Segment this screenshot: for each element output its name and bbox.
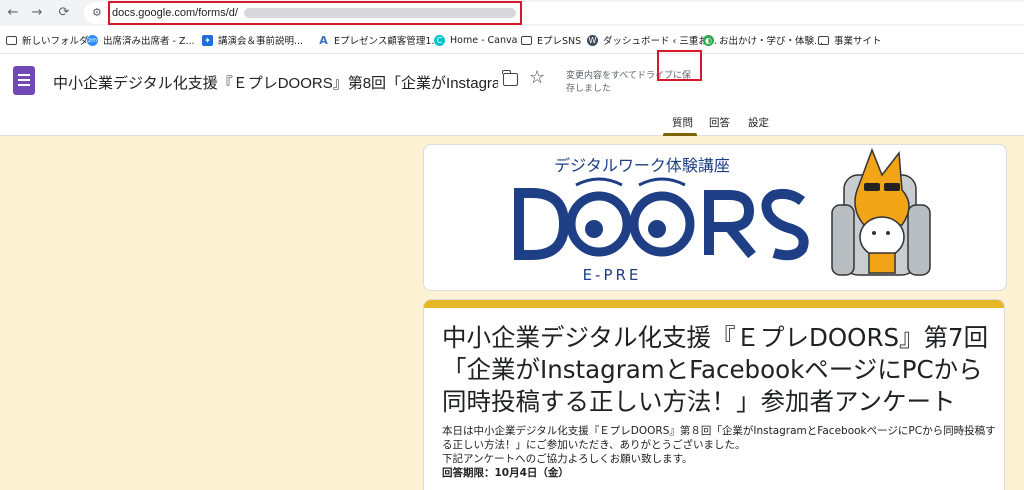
bookmark-item[interactable]: A Eプレゼンス顧客管理1.0 — [318, 33, 440, 48]
banner-subtitle: デジタルワーク体験講座 — [554, 156, 730, 175]
tab-questions[interactable]: 質問 — [672, 115, 693, 130]
tab-responses[interactable]: 回答 — [709, 115, 730, 130]
banner-logo-sub: E-PRE — [583, 266, 642, 284]
star-icon[interactable]: ☆ — [529, 68, 545, 88]
doors-logo — [514, 177, 809, 261]
card-accent-bar — [424, 300, 1004, 308]
header-banner-image: デジタルワーク体験講座 E-PRE — [423, 144, 1007, 291]
form-title-card[interactable]: 中小企業デジタル化支援『ＥプレDOORS』第7回「企業がInstagramとFa… — [423, 299, 1005, 490]
form-description[interactable]: 本日は中小企業デジタル化支援『ＥプレDOORS』第８回「企業がInstagram… — [442, 424, 1002, 480]
bookmark-item[interactable]: zm 出席済み出席者 - Z... — [87, 33, 195, 47]
bookmark-item[interactable]: 新しいフォルダ — [6, 33, 89, 47]
folder-icon — [521, 35, 532, 45]
bookmark-item[interactable]: ✦ 講演会＆事前説明... — [202, 33, 303, 47]
description-line: 下記アンケートへのご協力よろしくお願い致します。 — [442, 453, 693, 465]
mascot-illustration — [831, 147, 931, 276]
form-tabs: 質問 回答 設定 — [0, 112, 1024, 136]
back-button[interactable]: ← — [4, 4, 22, 22]
bookmark-icon: ✦ — [202, 34, 213, 46]
move-to-folder-icon[interactable] — [502, 70, 518, 86]
reload-button[interactable]: ⟳ — [55, 4, 73, 22]
bookmark-item[interactable]: EプレSNS — [521, 33, 581, 47]
bookmark-item[interactable]: C Home - Canva — [434, 33, 517, 47]
zoom-icon: zm — [87, 34, 98, 46]
site-settings-icon[interactable]: ⚙ — [92, 6, 102, 20]
wordpress-icon: W — [587, 34, 598, 46]
bookmark-item[interactable]: ◐ お出かけ・学び・体験... — [703, 33, 823, 47]
url-text[interactable]: docs.google.com/forms/d/ — [112, 6, 238, 20]
document-title[interactable]: 中小企業デジタル化支援『ＥプレDOORS』第8回「企業がInstagramとFa… — [53, 72, 498, 93]
url-redacted — [244, 8, 516, 18]
folder-icon — [6, 35, 17, 45]
folder-icon — [818, 35, 829, 45]
canva-icon: C — [434, 34, 445, 46]
forms-header: 中小企業デジタル化支援『ＥプレDOORS』第8回「企業がInstagramとFa… — [0, 55, 1024, 136]
form-title[interactable]: 中小企業デジタル化支援『ＥプレDOORS』第7回「企業がInstagramとFa… — [442, 322, 1002, 418]
deadline-text: 回答期限：10月4日（金） — [442, 467, 569, 479]
green-icon: ◐ — [703, 34, 714, 46]
bookmarks-bar: 新しいフォルダ zm 出席済み出席者 - Z... ✦ 講演会＆事前説明... AE… — [0, 26, 1024, 54]
bookmark-item[interactable]: W ダッシュボード ‹ 三重お... — [587, 33, 717, 47]
tab-highlight-box — [657, 50, 702, 81]
doors-banner: デジタルワーク体験講座 E-PRE — [514, 147, 931, 284]
a-icon: A — [319, 33, 328, 47]
google-forms-icon[interactable] — [13, 66, 35, 95]
description-line: 本日は中小企業デジタル化支援『ＥプレDOORS』第８回「企業がInstagram… — [442, 425, 996, 451]
tab-settings[interactable]: 設定 — [748, 115, 769, 130]
forward-button[interactable]: → — [28, 4, 46, 22]
bookmark-item[interactable]: 事業サイト — [818, 33, 882, 47]
browser-toolbar: ← → ⟳ ⚙ docs.google.com/forms/d/ — [0, 0, 1024, 26]
